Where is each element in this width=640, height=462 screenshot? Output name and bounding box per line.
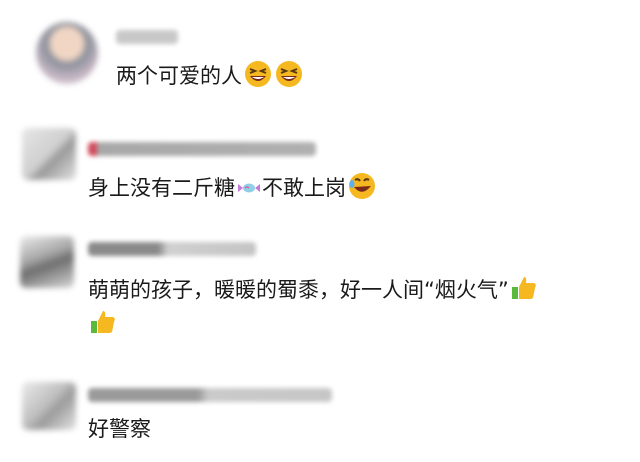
rolling-laugh-icon [347, 172, 377, 200]
comment-body: 两个可爱的人 [116, 64, 242, 88]
comment-list: 两个可爱的人 身上没有二斤糖 不敢上岗 萌萌的孩子，暖暖的蜀黍，好一人间“烟火气… [0, 0, 640, 462]
username[interactable] [88, 388, 332, 402]
laughing-face-icon [243, 60, 273, 88]
comment-text: 萌萌的孩子，暖暖的蜀黍，好一人间“烟火气” [88, 274, 538, 305]
candy-icon [236, 176, 262, 200]
avatar[interactable] [22, 382, 76, 430]
comment-text: 好警察 [88, 414, 151, 444]
comment-body: 萌萌的孩子，暖暖的蜀黍，好一人间“烟火气” [88, 278, 509, 302]
username[interactable] [88, 142, 316, 156]
comment-item-4[interactable]: 好警察 [0, 370, 640, 462]
avatar[interactable] [20, 236, 74, 288]
username[interactable] [88, 242, 256, 256]
thumbs-up-icon [89, 308, 117, 336]
comment-text-line2 [88, 308, 117, 339]
avatar[interactable] [36, 22, 98, 84]
comment-body-start: 身上没有二斤糖 [88, 176, 235, 200]
thumbs-up-icon [510, 274, 538, 302]
comment-text: 两个可爱的人 [116, 60, 304, 91]
comment-body-end: 不敢上岗 [262, 176, 346, 200]
comment-item-3[interactable]: 萌萌的孩子，暖暖的蜀黍，好一人间“烟火气” [0, 230, 640, 350]
username[interactable] [116, 30, 178, 44]
laughing-face-icon [274, 60, 304, 88]
comment-item-1[interactable]: 两个可爱的人 [0, 0, 640, 110]
comment-body: 好警察 [88, 417, 151, 441]
avatar[interactable] [22, 128, 76, 180]
comment-text: 身上没有二斤糖 不敢上岗 [88, 172, 377, 203]
comment-item-2[interactable]: 身上没有二斤糖 不敢上岗 [0, 120, 640, 220]
